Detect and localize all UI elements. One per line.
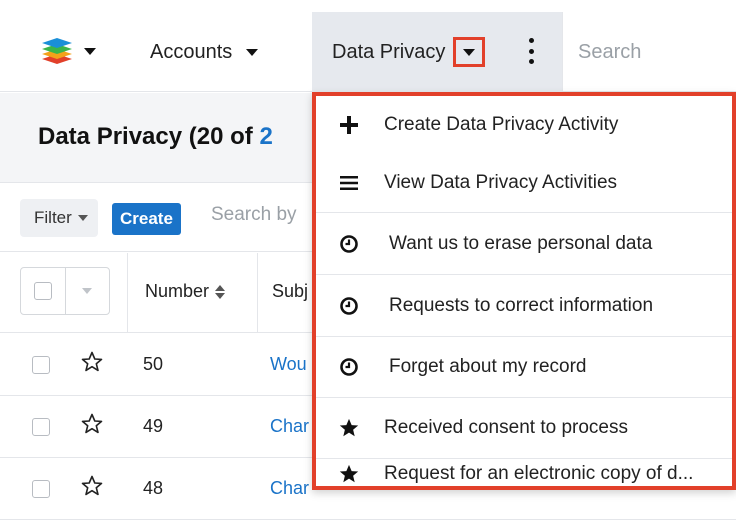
- nav-tab-accounts[interactable]: Accounts: [150, 12, 259, 92]
- row-subject-link[interactable]: Char: [270, 416, 309, 437]
- menu-item-erase-personal-data[interactable]: Want us to erase personal data: [316, 213, 732, 274]
- sort-icon: [215, 284, 226, 299]
- menu-item-label: Received consent to process: [384, 417, 628, 438]
- list-search-input[interactable]: Search by: [211, 204, 297, 226]
- layers-logo-icon: [40, 34, 74, 68]
- more-menu-icon[interactable]: [527, 38, 535, 64]
- plus-icon: [338, 114, 360, 136]
- column-divider: [257, 253, 258, 332]
- menu-item-received-consent[interactable]: Received consent to process: [316, 398, 732, 458]
- data-privacy-dropdown-menu: Create Data Privacy Activity View Data P…: [312, 92, 736, 490]
- row-subject-link[interactable]: Char: [270, 478, 309, 499]
- menu-item-electronic-copy[interactable]: Request for an electronic copy of d...: [316, 459, 732, 490]
- menu-item-label: Request for an electronic copy of d...: [384, 463, 694, 484]
- column-header-subject[interactable]: Subj: [272, 281, 308, 302]
- chevron-down-icon: [82, 288, 93, 294]
- row-checkbox[interactable]: [32, 356, 50, 374]
- select-all-checkbox[interactable]: [33, 282, 52, 300]
- menu-item-create-data-privacy-activity[interactable]: Create Data Privacy Activity: [316, 96, 732, 154]
- column-header-label: Number: [145, 281, 210, 301]
- clock-icon: [338, 295, 360, 317]
- mass-select-control[interactable]: [20, 267, 110, 315]
- star-filled-icon: [338, 463, 360, 485]
- favorite-star-icon[interactable]: [80, 350, 104, 374]
- select-all-cell: [21, 268, 65, 314]
- menu-item-label: View Data Privacy Activities: [384, 172, 618, 193]
- menu-item-label: Requests to correct information: [389, 294, 654, 316]
- favorite-star-icon[interactable]: [80, 474, 104, 498]
- column-header-number[interactable]: Number: [145, 281, 226, 302]
- row-subject-link[interactable]: Wou: [270, 354, 307, 375]
- total-count-link[interactable]: 2: [259, 123, 272, 150]
- row-checkbox[interactable]: [32, 480, 50, 498]
- row-number: 49: [143, 416, 164, 436]
- menu-item-label: Forget about my record: [389, 356, 587, 377]
- page-title: Data Privacy (20 of 2: [38, 123, 273, 151]
- clock-icon: [338, 233, 360, 255]
- global-search-input[interactable]: Search: [562, 12, 736, 92]
- chevron-down-icon: [84, 47, 96, 55]
- filter-button[interactable]: Filter: [20, 199, 98, 237]
- menu-item-label: Create Data Privacy Activity: [384, 114, 619, 135]
- star-filled-icon: [338, 417, 360, 439]
- list-icon: [338, 172, 360, 194]
- nav-tab-data-privacy[interactable]: Data Privacy: [312, 12, 562, 92]
- filter-label: Filter: [34, 208, 72, 227]
- mass-actions-dropdown[interactable]: [64, 268, 109, 314]
- dropdown-toggle-button[interactable]: [453, 37, 486, 67]
- menu-item-forget-my-record[interactable]: Forget about my record: [316, 337, 732, 397]
- chevron-down-icon: [246, 48, 259, 56]
- page-title-text: Data Privacy (20 of: [38, 123, 260, 150]
- nav-tab-label: Accounts: [150, 40, 233, 63]
- chevron-down-icon: [77, 215, 88, 221]
- create-filter-button[interactable]: Create: [112, 203, 181, 235]
- nav-tab-label: Data Privacy: [332, 40, 446, 63]
- menu-item-view-data-privacy-activities[interactable]: View Data Privacy Activities: [316, 154, 732, 212]
- row-checkbox[interactable]: [32, 418, 50, 436]
- row-number: 48: [143, 478, 164, 498]
- column-divider: [127, 253, 128, 332]
- row-number: 50: [143, 354, 164, 374]
- menu-item-label: Want us to erase personal data: [389, 232, 653, 254]
- top-navbar: Accounts Data Privacy Search: [0, 12, 736, 92]
- clock-icon: [338, 356, 360, 378]
- app-logo-menu[interactable]: [40, 34, 96, 68]
- favorite-star-icon[interactable]: [80, 412, 104, 436]
- chevron-down-icon: [463, 48, 476, 56]
- menu-item-correct-information[interactable]: Requests to correct information: [316, 275, 732, 336]
- search-placeholder: Search: [578, 40, 642, 63]
